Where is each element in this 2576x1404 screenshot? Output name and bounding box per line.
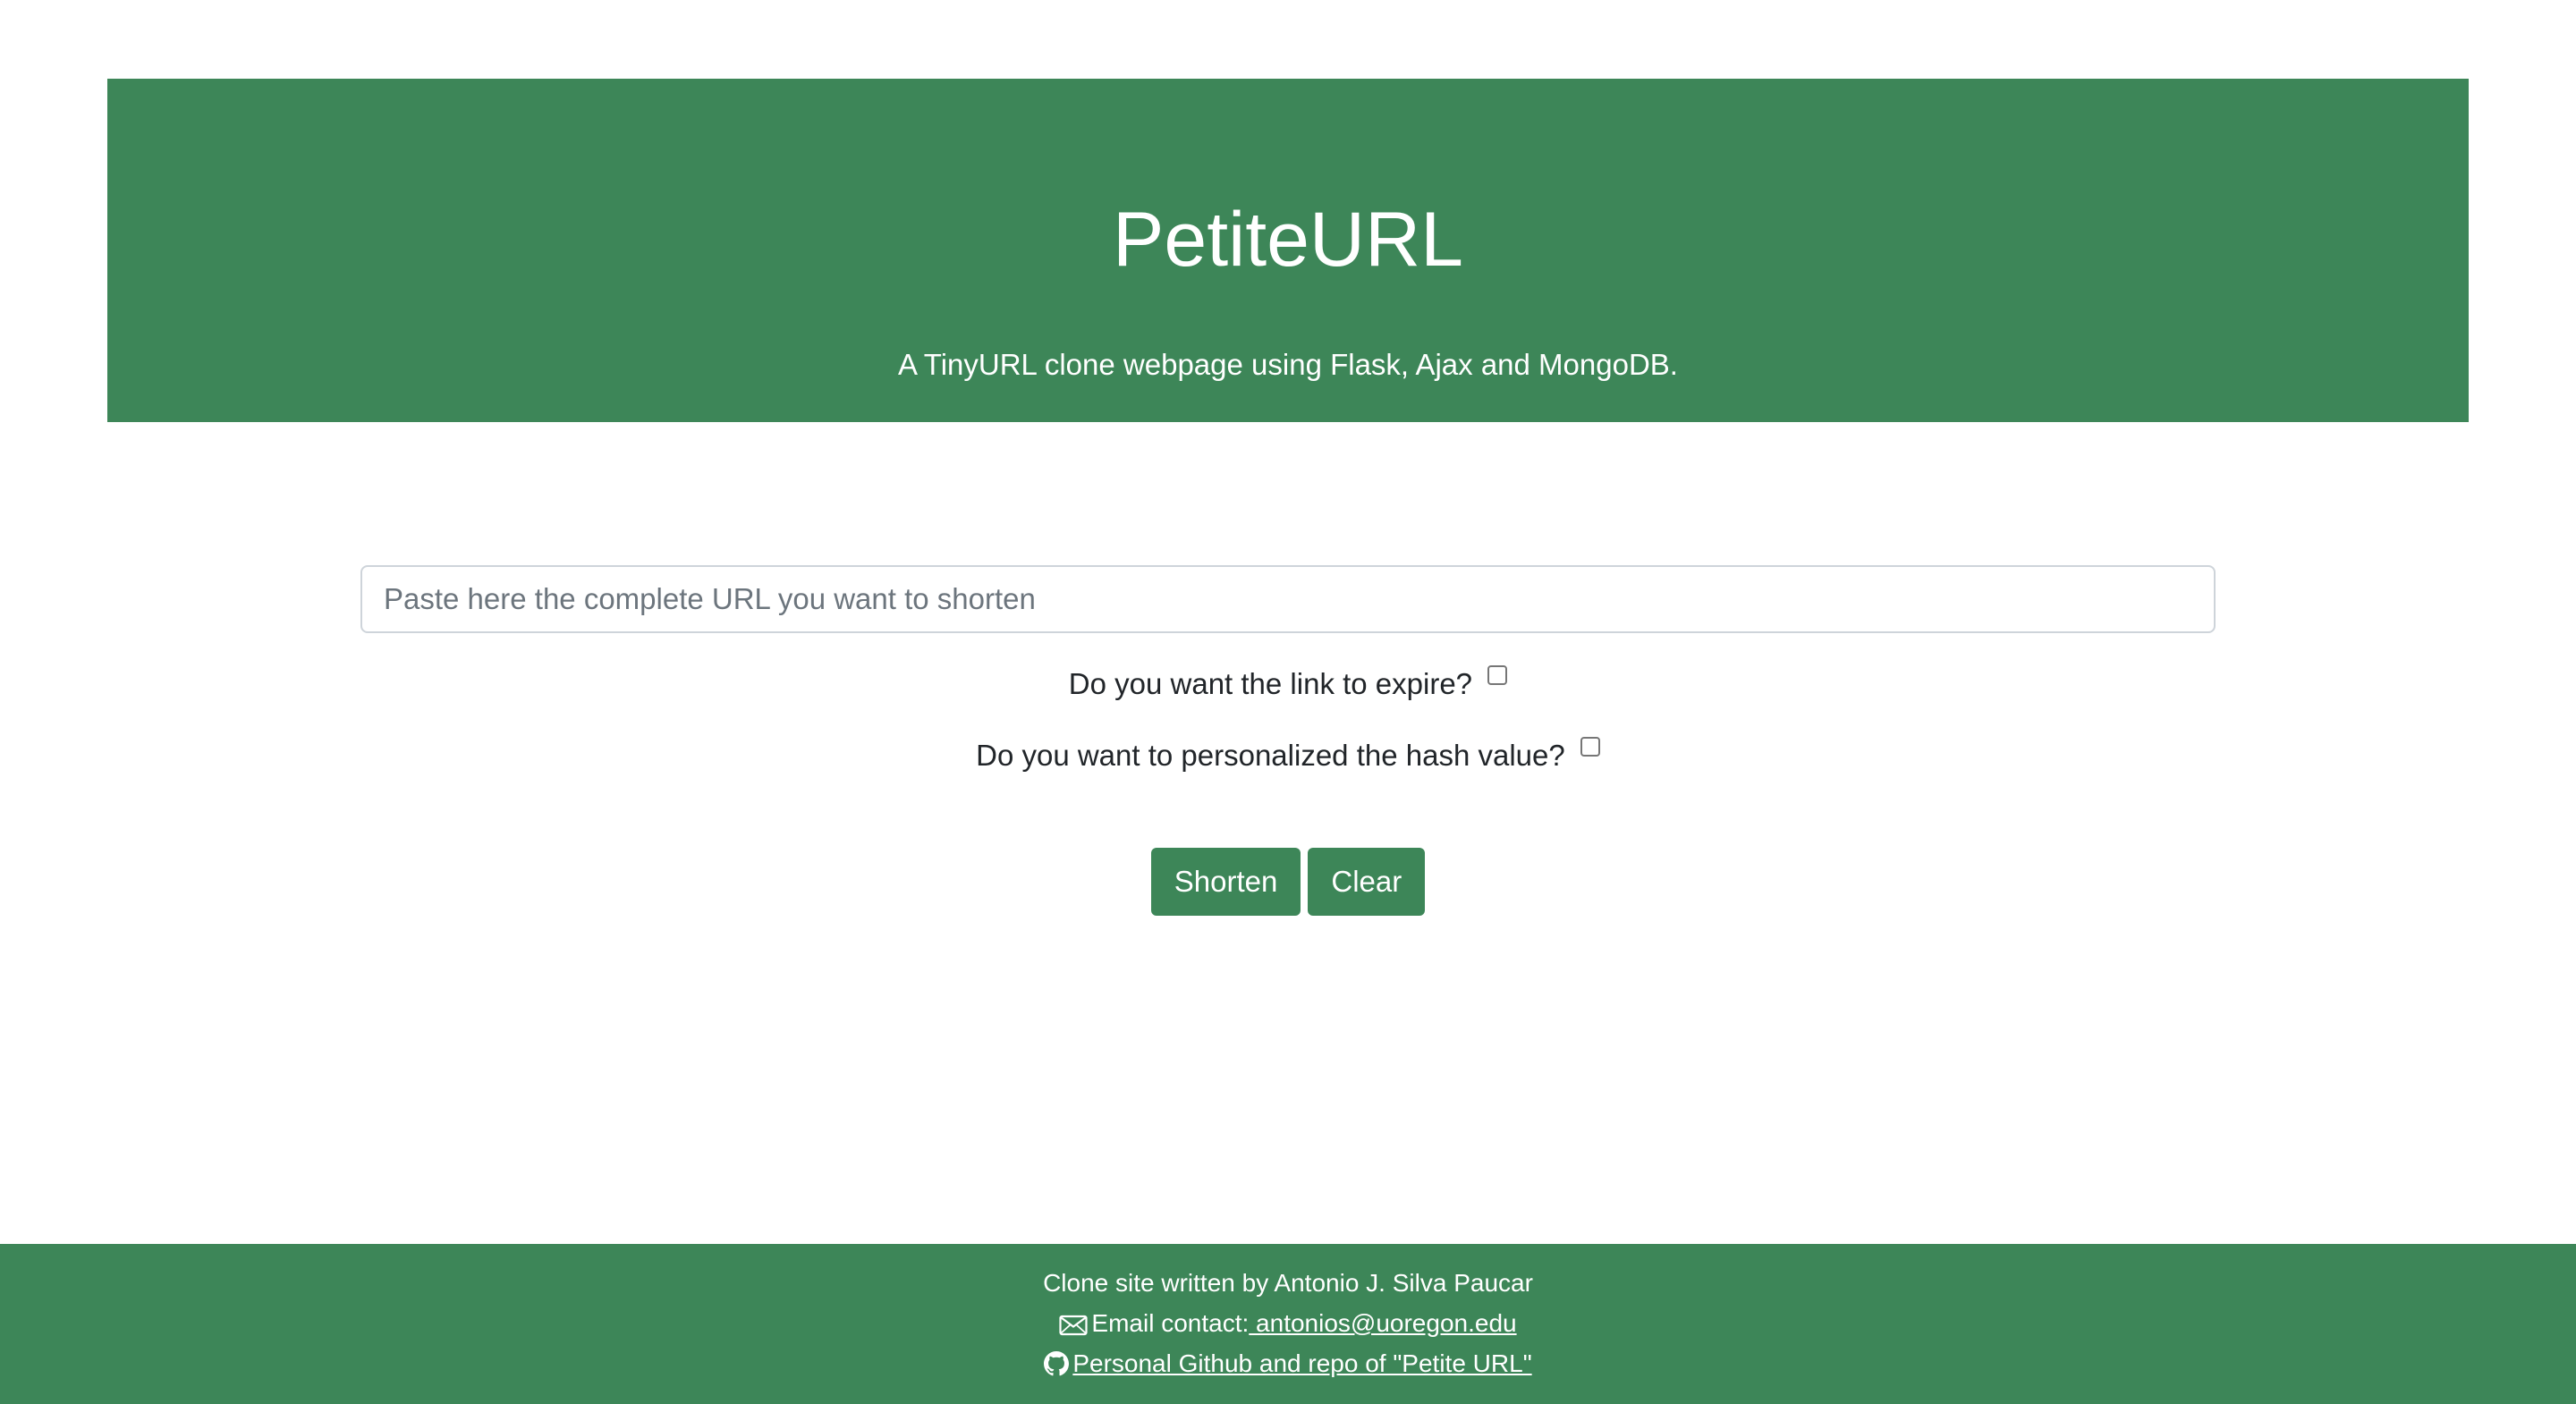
footer: Clone site written by Antonio J. Silva P… — [0, 1244, 2576, 1404]
footer-email-line: Email contact: antonios@uoregon.edu — [0, 1306, 2576, 1341]
action-buttons: Shorten Clear — [0, 848, 2576, 916]
email-link[interactable]: antonios@uoregon.edu — [1249, 1309, 1517, 1337]
envelope-icon — [1059, 1315, 1089, 1336]
github-icon — [1044, 1351, 1070, 1376]
email-label: Email contact: — [1091, 1309, 1250, 1337]
shorten-button[interactable]: Shorten — [1150, 848, 1301, 916]
footer-credit: Clone site written by Antonio J. Silva P… — [1043, 1269, 1533, 1297]
url-input[interactable] — [360, 565, 2216, 633]
clear-button[interactable]: Clear — [1308, 848, 1426, 916]
expire-checkbox[interactable] — [1487, 665, 1508, 685]
hash-option: Do you want to personalized the hash val… — [0, 736, 2576, 775]
expire-label: Do you want the link to expire? — [1068, 667, 1473, 700]
page: PetiteURL A TinyURL clone webpage using … — [0, 0, 2576, 1404]
footer-github-line: Personal Github and repo of "Petite URL" — [0, 1346, 2576, 1382]
page-subtitle: A TinyURL clone webpage using Flask, Aja… — [898, 348, 1678, 381]
hash-checkbox[interactable] — [1580, 737, 1600, 757]
hash-label: Do you want to personalized the hash val… — [976, 739, 1565, 772]
github-link[interactable]: Personal Github and repo of "Petite URL" — [1072, 1349, 1531, 1377]
expire-option: Do you want the link to expire? — [0, 664, 2576, 704]
hero-banner: PetiteURL A TinyURL clone webpage using … — [107, 79, 2469, 422]
page-title: PetiteURL — [1113, 197, 1463, 283]
